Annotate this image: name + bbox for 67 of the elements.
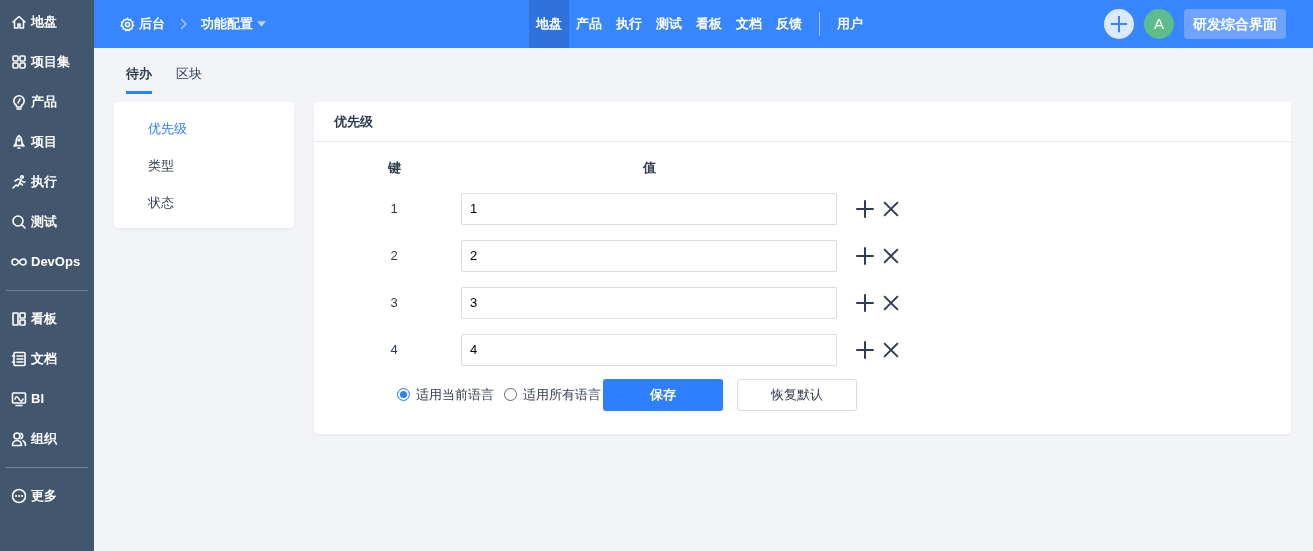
nav-tab[interactable]: 测试 xyxy=(649,0,689,48)
sidebar-item[interactable]: 测试 xyxy=(0,202,94,242)
nav-tab[interactable]: 看板 xyxy=(689,0,729,48)
search-icon xyxy=(11,214,27,230)
plus-icon xyxy=(855,245,875,266)
settings-icon xyxy=(120,16,135,32)
column-header: 键 xyxy=(386,159,402,177)
nav-tab[interactable]: 产品 xyxy=(569,0,609,48)
sidebar-item[interactable]: 项目集 xyxy=(0,42,94,82)
breadcrumb-link[interactable]: 后台 xyxy=(120,14,165,34)
radio-button[interactable] xyxy=(397,388,410,401)
nav-tab[interactable]: 执行 xyxy=(609,0,649,48)
menu-item[interactable]: 优先级 xyxy=(114,110,294,147)
runner-icon xyxy=(11,174,27,190)
panel-title: 优先级 xyxy=(334,112,373,131)
sidebar-item[interactable]: DevOps xyxy=(0,242,94,282)
add-row-button[interactable] xyxy=(855,339,875,360)
board-icon xyxy=(11,311,27,327)
home-icon xyxy=(11,14,27,30)
sidebar-item[interactable]: 产品 xyxy=(0,82,94,122)
breadcrumb-link[interactable]: 功能配置 xyxy=(201,14,266,34)
column-header: 值 xyxy=(641,159,657,177)
plus-icon xyxy=(855,292,875,313)
radio-label: 适用所有语言 xyxy=(523,385,601,404)
lightbulb-icon xyxy=(11,94,27,110)
sidebar-item[interactable]: 组织 xyxy=(0,419,94,459)
add-row-button[interactable] xyxy=(855,245,875,266)
key-text: 2 xyxy=(389,246,399,265)
plus-icon xyxy=(855,339,875,360)
grid-icon xyxy=(11,54,27,70)
sidebar-item[interactable]: BI xyxy=(0,379,94,419)
sidebar-item[interactable]: 看板 xyxy=(0,299,94,339)
add-row-button[interactable] xyxy=(855,198,875,219)
add-button[interactable] xyxy=(1104,9,1134,39)
key-text: 3 xyxy=(389,293,399,312)
value-field[interactable]: 3 xyxy=(461,286,837,319)
save-button[interactable]: 保存 xyxy=(603,378,723,411)
nav-tab[interactable]: 地盘 xyxy=(529,0,569,48)
sidebar-item[interactable]: 执行 xyxy=(0,162,94,202)
sidebar-item[interactable]: 文档 xyxy=(0,339,94,379)
people-icon xyxy=(11,431,27,447)
reset-button[interactable]: 恢复默认 xyxy=(737,378,857,411)
more-icon xyxy=(11,488,27,504)
monitor-icon xyxy=(11,391,27,407)
tab[interactable]: 区块 xyxy=(176,63,202,94)
nav-tab[interactable]: 文档 xyxy=(729,0,769,48)
key-text: 1 xyxy=(389,199,399,218)
rocket-icon xyxy=(11,134,27,150)
value-field[interactable]: 4 xyxy=(461,333,837,366)
value-field[interactable]: 1 xyxy=(461,192,837,225)
value-field[interactable]: 2 xyxy=(461,239,837,272)
plus-icon xyxy=(1109,14,1129,34)
add-row-button[interactable] xyxy=(855,292,875,313)
nav-tab[interactable]: 反馈 xyxy=(769,0,809,48)
menu-item[interactable]: 状态 xyxy=(114,184,294,221)
menu-item[interactable]: 类型 xyxy=(114,147,294,184)
chevron-icon xyxy=(179,18,187,30)
sidebar-item[interactable]: 地盘 xyxy=(0,2,94,42)
caret-icon xyxy=(257,21,266,27)
plus-icon xyxy=(855,198,875,219)
key-text: 4 xyxy=(389,340,399,359)
sidebar-item[interactable]: 更多 xyxy=(0,476,94,516)
nav-tab[interactable]: 用户 xyxy=(830,0,870,48)
sidebar-item[interactable]: 项目 xyxy=(0,122,94,162)
document-icon xyxy=(11,351,27,367)
radio-label: 适用当前语言 xyxy=(416,385,494,404)
tab[interactable]: 待办 xyxy=(126,63,152,94)
